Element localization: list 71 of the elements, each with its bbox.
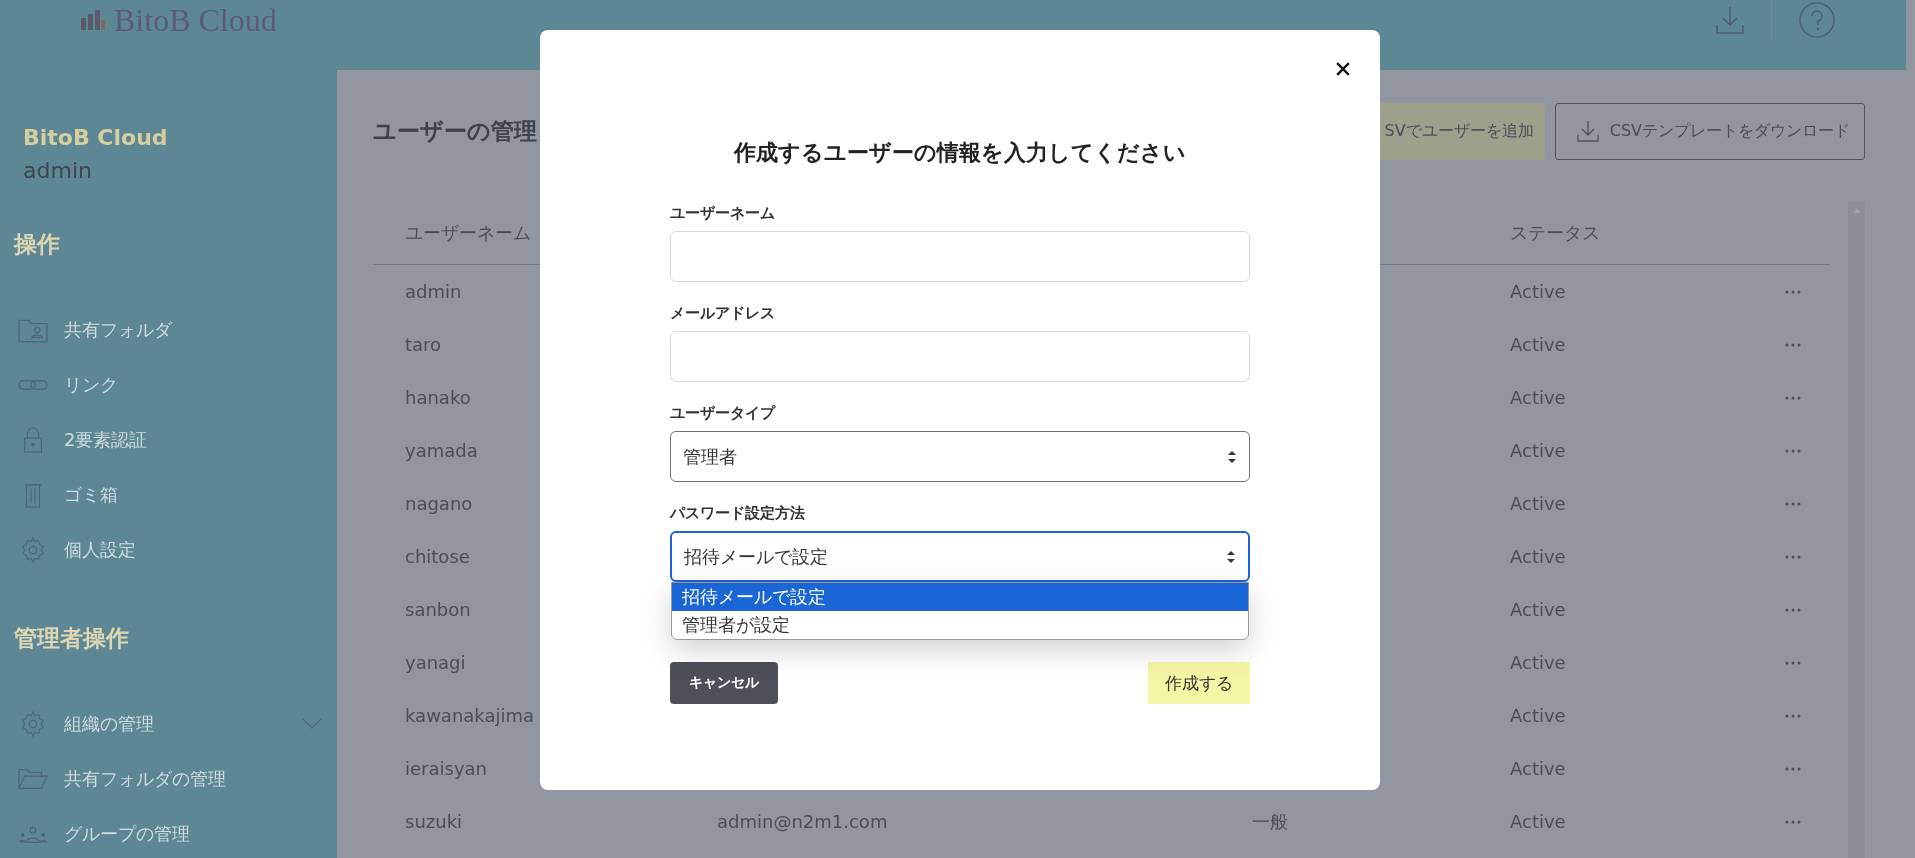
input-field[interactable]	[670, 231, 1250, 282]
table-cell: Active	[1510, 440, 1566, 461]
table-cell: yamada	[405, 440, 478, 461]
download-icon[interactable]	[1715, 5, 1745, 35]
table-cell: Active	[1510, 811, 1566, 832]
dropdown-option[interactable]: 招待メールで設定	[672, 583, 1248, 611]
more-icon[interactable]	[1785, 607, 1801, 612]
sort-arrows-icon	[1227, 448, 1237, 465]
table-cell: Active	[1510, 334, 1566, 355]
column-header: ステータス	[1510, 221, 1600, 245]
sidebar-item[interactable]: 個人設定	[64, 537, 136, 562]
input-field[interactable]	[670, 331, 1250, 382]
table-cell: Active	[1510, 705, 1566, 726]
table-cell: suzuki	[405, 811, 463, 832]
cancel-button[interactable]: キャンセル	[670, 662, 778, 704]
more-icon[interactable]	[1785, 395, 1801, 400]
table-cell: hanako	[405, 387, 471, 408]
field-label: パスワード設定方法	[670, 504, 806, 523]
table-cell: Active	[1510, 281, 1566, 302]
more-icon[interactable]	[1785, 766, 1801, 771]
field-label: ユーザータイプ	[670, 404, 777, 423]
table-cell: chitose	[405, 546, 470, 567]
table-cell: Active	[1510, 599, 1566, 620]
more-icon[interactable]	[1785, 660, 1801, 665]
table-cell: admin@n2m1.com	[717, 811, 888, 832]
sidebar-item[interactable]: ゴミ箱	[64, 482, 118, 507]
table-cell: Active	[1510, 758, 1566, 779]
sidebar-item[interactable]: リンク	[64, 372, 118, 397]
help-icon[interactable]	[1798, 1, 1836, 39]
download-template-button[interactable]: CSVテンプレートをダウンロード	[1554, 102, 1865, 160]
table-cell: Active	[1510, 387, 1566, 408]
field-label: ユーザーネーム	[670, 204, 776, 223]
chevron-icon[interactable]	[302, 717, 322, 730]
sidebar-item[interactable]: 2要素認証	[64, 427, 148, 452]
table-cell: ieraisyan	[405, 758, 487, 779]
table-cell: kawanakajima	[405, 705, 535, 726]
more-icon[interactable]	[1785, 448, 1801, 453]
close-icon[interactable]	[1336, 62, 1350, 76]
create-button[interactable]: 作成する	[1148, 662, 1250, 704]
sidebar-item[interactable]: 共有フォルダの管理	[64, 766, 226, 791]
page-title: ユーザーの管理	[373, 116, 537, 146]
logo-icon	[80, 10, 106, 30]
modal-title: 作成するユーザーの情報を入力してください	[732, 139, 1187, 167]
more-icon[interactable]	[1785, 819, 1801, 824]
sidebar-item[interactable]: グループの管理	[64, 821, 190, 846]
more-icon[interactable]	[1785, 713, 1801, 718]
table-cell: admin	[405, 281, 462, 302]
column-header: ユーザーネーム	[405, 221, 531, 245]
more-icon[interactable]	[1785, 342, 1801, 347]
table-cell: Active	[1510, 493, 1566, 514]
sort-arrows-icon	[1226, 548, 1236, 565]
section-title: 管理者操作	[13, 624, 130, 653]
sidebar-item[interactable]: 組織の管理	[64, 711, 154, 736]
select-field[interactable]: 招待メールで設定	[670, 531, 1250, 582]
more-icon[interactable]	[1785, 554, 1801, 559]
more-icon[interactable]	[1785, 501, 1801, 506]
table-cell: Active	[1510, 546, 1566, 567]
field-label: メールアドレス	[670, 304, 776, 323]
table-cell: yanagi	[405, 652, 466, 673]
section-title: 操作	[12, 230, 61, 259]
dropdown-option[interactable]: 管理者が設定	[672, 611, 1248, 639]
table-cell: taro	[405, 334, 442, 355]
more-icon[interactable]	[1785, 289, 1801, 294]
table-cell: sanbon	[405, 599, 471, 620]
table-cell: Active	[1510, 652, 1566, 673]
select-field[interactable]: 管理者	[670, 431, 1250, 482]
user-name: admin	[22, 158, 93, 183]
download-icon	[1575, 119, 1600, 143]
sidebar-item[interactable]: 共有フォルダ	[64, 317, 172, 342]
table-cell: nagano	[405, 493, 473, 514]
organization-name: BitoB Cloud	[22, 125, 169, 150]
